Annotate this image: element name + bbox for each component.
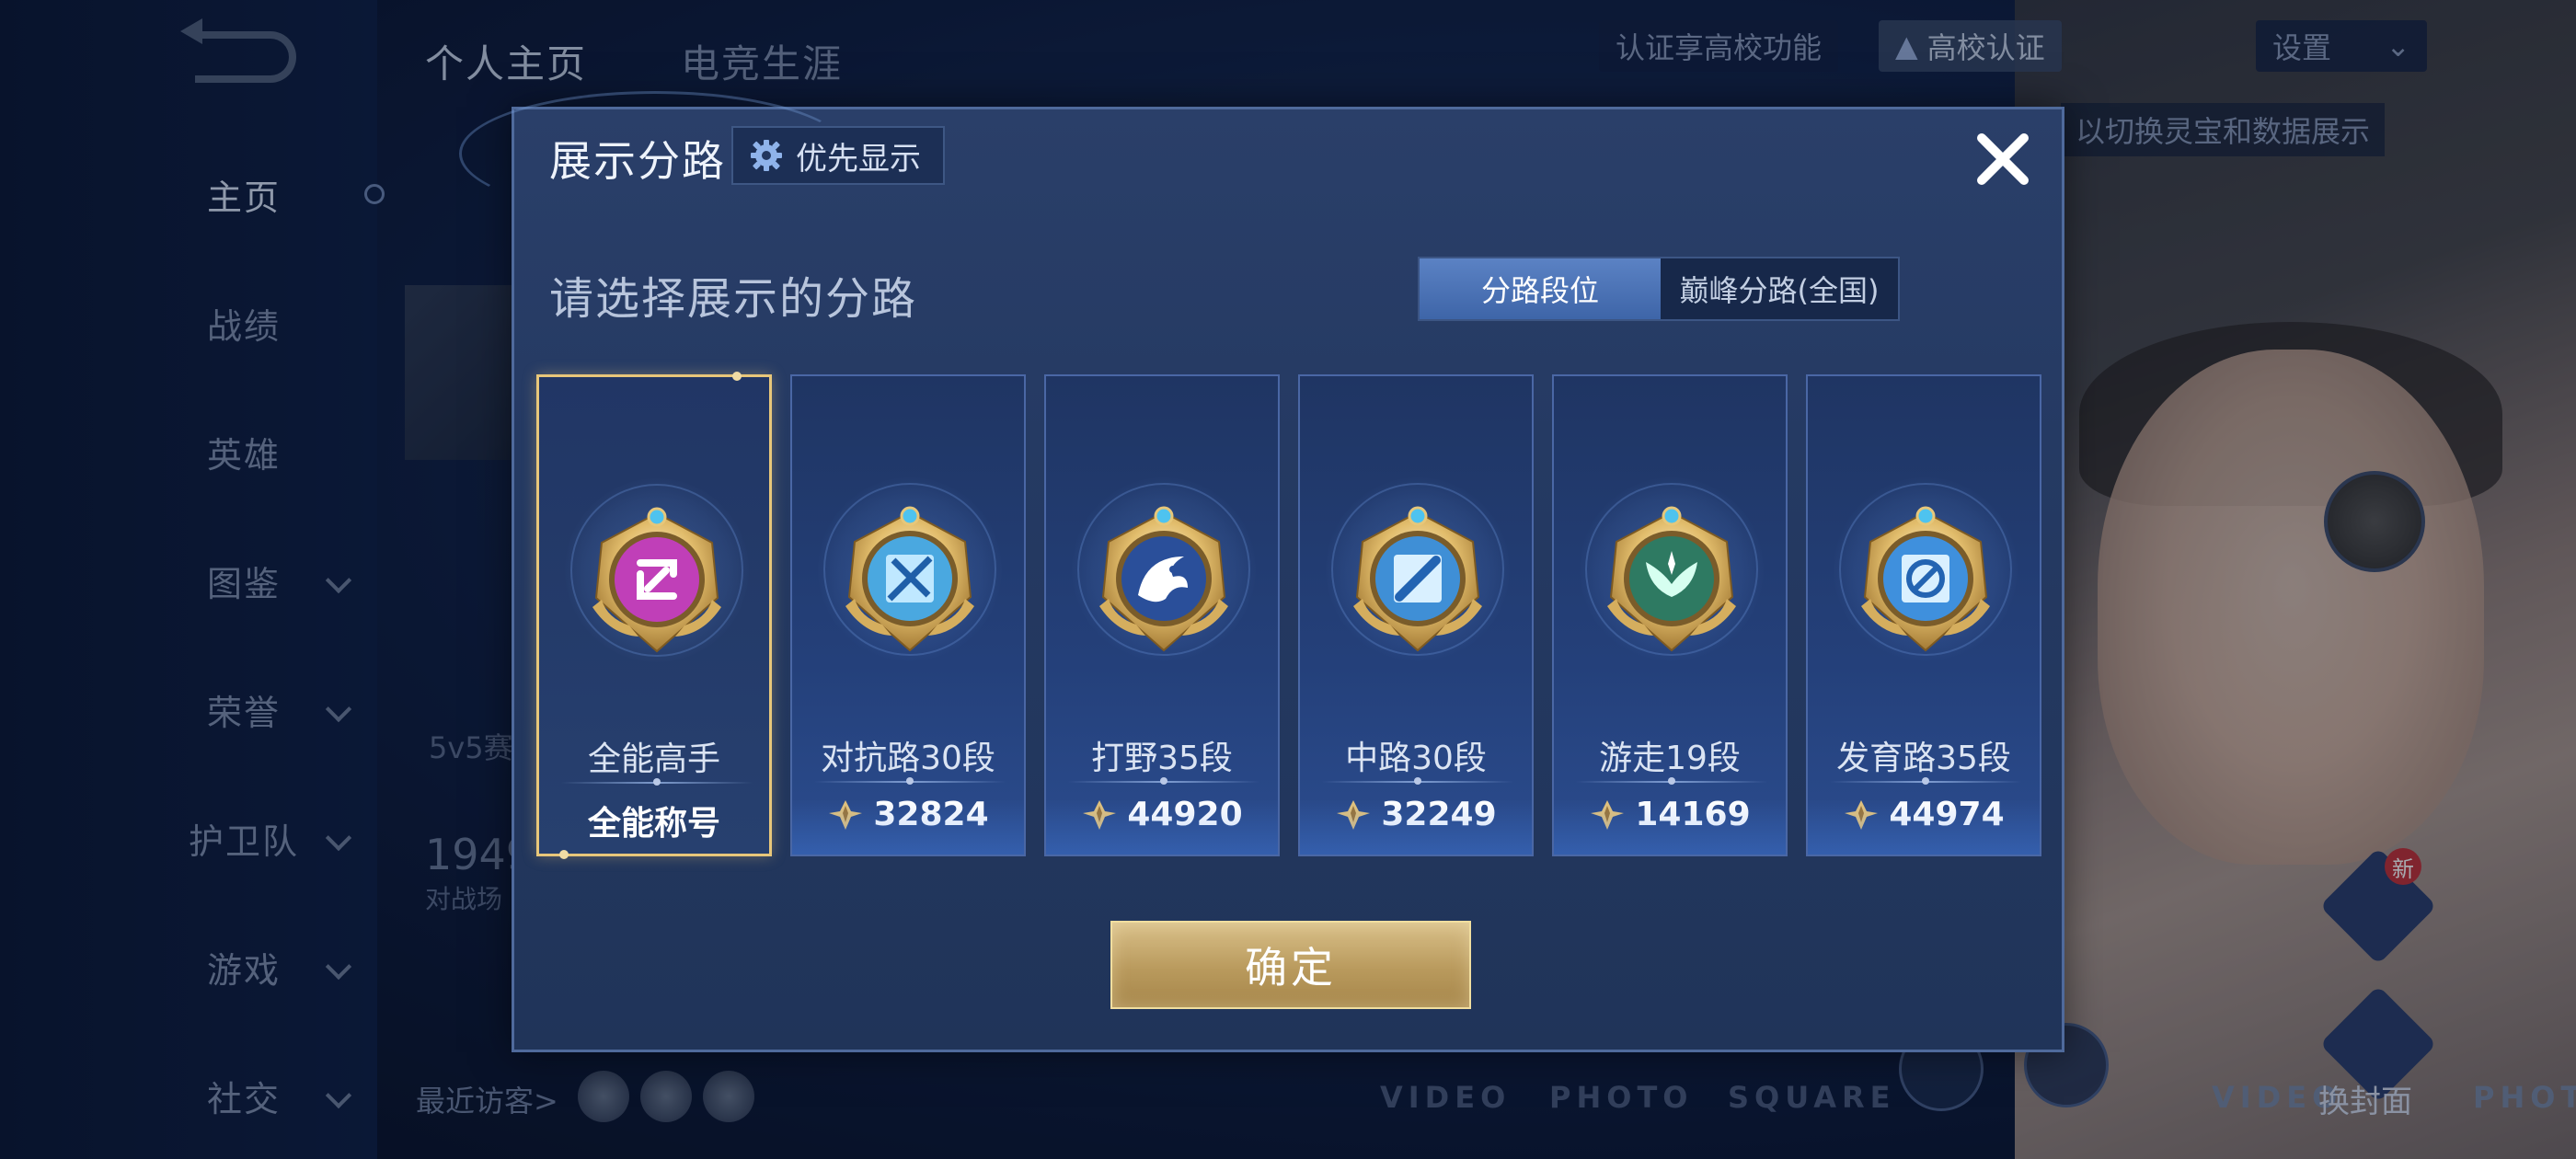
card-bottom-glow [1554,799,1786,855]
lane-card-name: 打野35段 [1091,740,1233,777]
lane-card[interactable]: 全能高手 全能称号 [536,372,772,859]
lane-card-name: 对抗路30段 [821,740,995,777]
lane-card-value-text: 全能称号 [587,805,720,843]
card-bottom-glow [792,799,1024,855]
lane-card-divider [1068,777,1259,785]
lane-card[interactable]: 打野35段 44920 [1044,374,1280,856]
lane-card-divider [1576,777,1767,785]
toggle-peak-lane[interactable]: 巅峰分路(全国) [1661,258,1898,319]
lane-card-divider [561,778,753,786]
selected-corner-dot [732,372,742,381]
roam-badge [1589,496,1754,661]
lane-card-divider [1322,777,1513,785]
dialog-subtitle: 请选择展示的分路 [549,273,918,325]
lane-card-name: 游走19段 [1599,740,1741,777]
toggle-lane-rank[interactable]: 分路段位 [1420,258,1661,319]
lane-card-name: 全能高手 [587,740,720,778]
close-icon [1977,133,2029,185]
lane-card[interactable]: 游走19段 14169 [1552,374,1788,856]
priority-display-label: 优先显示 [796,140,921,178]
lane-card[interactable]: 对抗路30段 32824 [790,374,1026,856]
jungle-badge [1081,496,1247,661]
card-bottom-glow [1808,799,2040,855]
mid-lane-badge [1335,496,1501,661]
lane-display-dialog: 展示分路 优先显示 请选择展示的分路 分路段位 巅峰分路(全国) 全能高手 全能… [459,91,2064,1052]
lane-card-value: 全能称号 [539,797,769,844]
gear-icon [748,137,785,174]
card-bottom-glow [1300,799,1532,855]
confirm-button[interactable]: 确定 [1110,921,1471,1009]
lane-card[interactable]: 中路30段 32249 [1298,374,1534,856]
lane-card[interactable]: 发育路35段 44974 [1806,374,2041,856]
lane-mode-toggle: 分路段位 巅峰分路(全国) [1418,257,1900,321]
lane-card-divider [1830,777,2021,785]
lane-card-list: 全能高手全能称号 对抗路30段 32824 [536,372,2045,963]
versatile-badge [574,497,740,662]
card-bottom-glow [1046,799,1278,855]
close-button[interactable] [1966,122,2040,196]
clash-lane-badge [827,496,993,661]
lane-card-name: 发育路35段 [1836,740,2011,777]
selected-corner-dot [559,850,569,859]
lane-card-name: 中路30段 [1345,740,1487,777]
priority-display-button[interactable]: 优先显示 [731,126,945,185]
farm-lane-badge [1843,496,2008,661]
lane-card-divider [814,777,1006,785]
dialog-title: 展示分路 [549,136,726,186]
